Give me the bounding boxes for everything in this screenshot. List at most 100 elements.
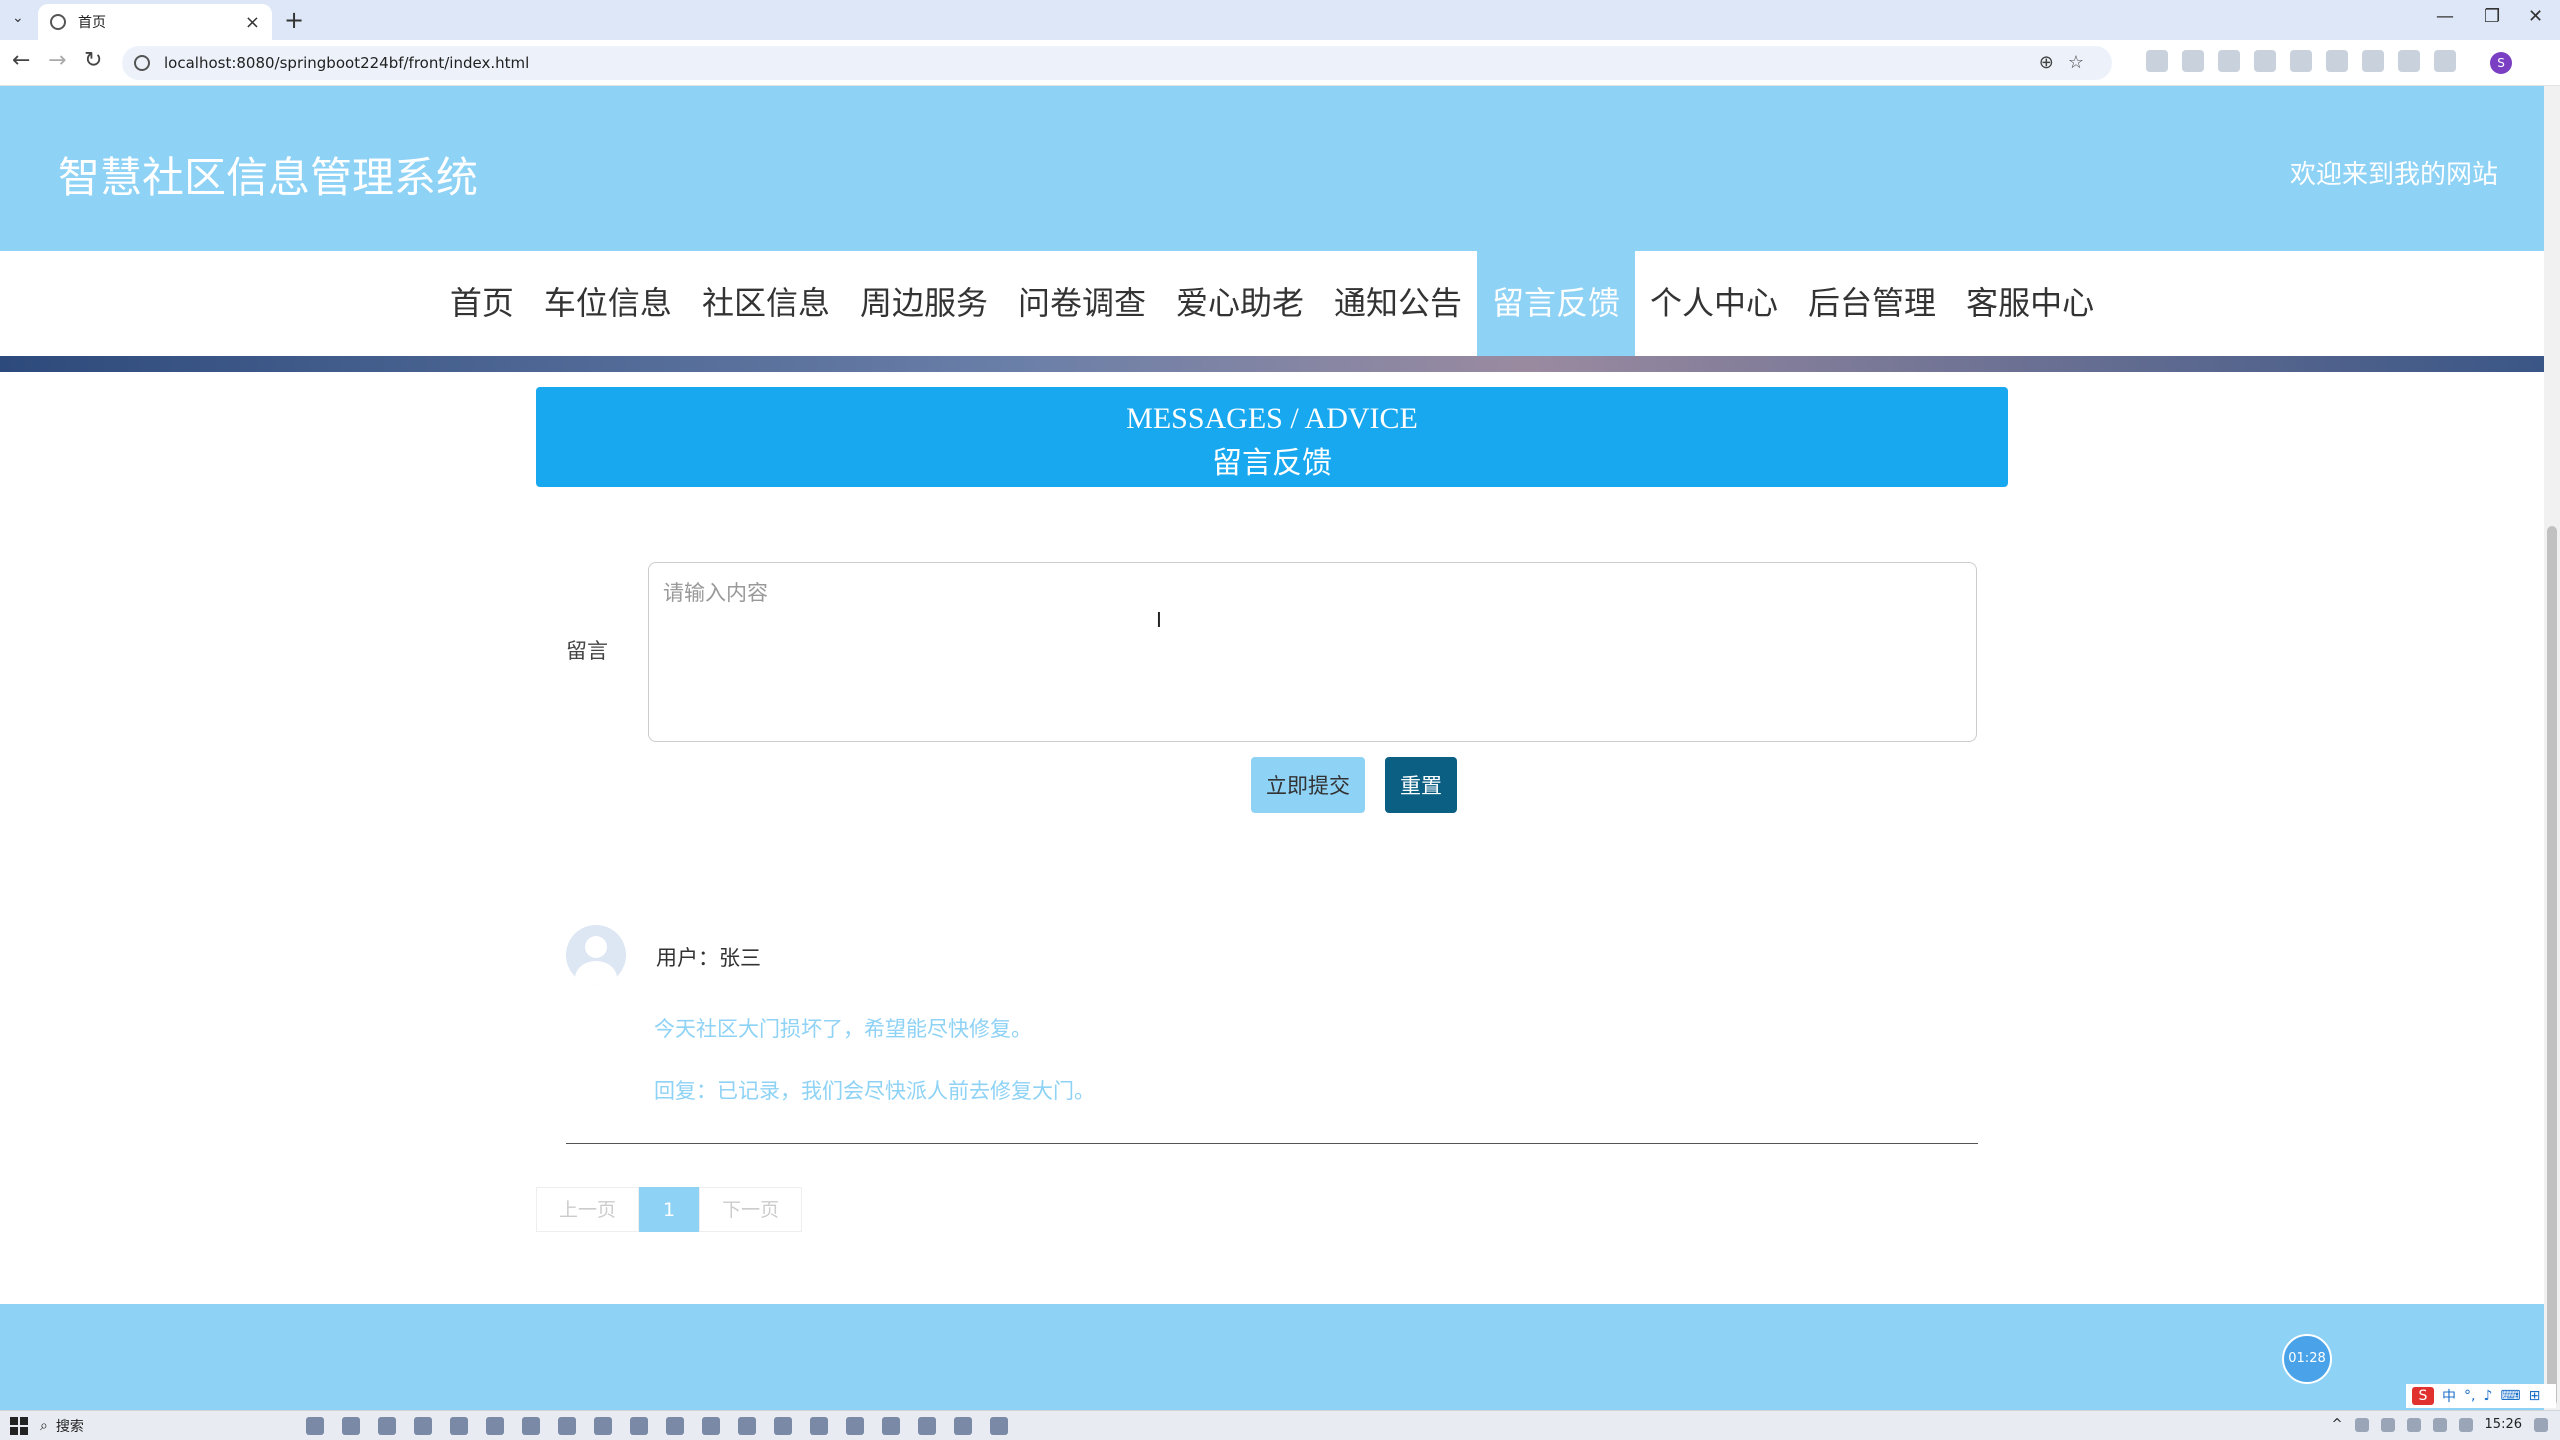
camera-extension-icon[interactable]: [2146, 50, 2168, 72]
tray-expand-icon[interactable]: ^: [2332, 1417, 2343, 1432]
chat-icon[interactable]: [738, 1417, 756, 1435]
intellij-icon[interactable]: [810, 1417, 828, 1435]
pagination: 上一页 1 下一页: [536, 1187, 803, 1232]
vue-extension-icon[interactable]: [2290, 50, 2312, 72]
ime-toolbar[interactable]: S 中 °, ♪ ⌨ ⊞: [2406, 1384, 2556, 1408]
extension-icons: [2146, 50, 2456, 72]
settings-icon[interactable]: [486, 1417, 504, 1435]
app-icon[interactable]: [918, 1417, 936, 1435]
banner-image: [0, 356, 2544, 372]
os-taskbar: ⌕ 搜索 ^ 15:26: [0, 1410, 2560, 1440]
nav-item-services[interactable]: 周边服务: [845, 251, 1003, 356]
taskbar-apps: [306, 1417, 1008, 1435]
window-close-icon[interactable]: ✕: [2528, 6, 2543, 27]
tray-app-icon[interactable]: [2354, 1417, 2369, 1432]
site-footer: [0, 1304, 2544, 1410]
submit-button[interactable]: 立即提交: [1251, 757, 1365, 813]
app-icon[interactable]: [702, 1417, 720, 1435]
app-icon[interactable]: [990, 1417, 1008, 1435]
app-icon[interactable]: [774, 1417, 792, 1435]
main-nav: 首页 车位信息 社区信息 周边服务 问卷调查 爱心助老 通知公告 留言反馈 个人…: [0, 251, 2544, 356]
taskbar-search-label: 搜索: [55, 1419, 84, 1435]
app-icon[interactable]: [378, 1417, 396, 1435]
message-input[interactable]: [648, 562, 1977, 742]
firefox-icon[interactable]: [522, 1417, 540, 1435]
site-title: 智慧社区信息管理系统: [58, 153, 479, 202]
restore-icon[interactable]: ❐: [2484, 6, 2500, 27]
floating-timer[interactable]: 01:28: [2282, 1334, 2332, 1384]
scrollbar-thumb[interactable]: [2547, 526, 2557, 1406]
url-text: localhost:8080/springboot224bf/front/ind…: [164, 54, 530, 72]
search-icon: ⌕: [40, 1418, 48, 1434]
app-icon[interactable]: [666, 1417, 684, 1435]
tray-app-icon[interactable]: [2380, 1417, 2395, 1432]
sogou-icon: S: [2412, 1387, 2434, 1405]
chrome-icon[interactable]: [450, 1417, 468, 1435]
browser-tab[interactable]: 首页 ×: [38, 4, 272, 40]
app-icon[interactable]: [882, 1417, 900, 1435]
comment-item: 用户：张三 今天社区大门损坏了，希望能尽快修复。 回复：已记录，我们会尽快派人前…: [566, 925, 1978, 1144]
globe-icon: [50, 14, 66, 30]
nav-item-elderly-care[interactable]: 爱心助老: [1161, 251, 1319, 356]
punctuation-icon[interactable]: °,: [2464, 1388, 2475, 1404]
minimize-icon[interactable]: —: [2436, 6, 2454, 27]
nav-item-home[interactable]: 首页: [435, 251, 529, 356]
text-cursor-icon: I: [1156, 608, 1162, 632]
ime-language[interactable]: 中: [2442, 1386, 2456, 1406]
bookmark-star-icon[interactable]: ☆: [2068, 52, 2098, 73]
tray-app-icon[interactable]: [2406, 1417, 2421, 1432]
copy-extension-icon[interactable]: [2254, 50, 2276, 72]
shield-extension-icon[interactable]: [2182, 50, 2204, 72]
url-field[interactable]: localhost:8080/springboot224bf/front/ind…: [122, 46, 2112, 80]
forward-icon[interactable]: →: [48, 48, 66, 73]
taskbar-search[interactable]: ⌕ 搜索: [40, 1414, 310, 1438]
notification-icon[interactable]: [2534, 1417, 2548, 1432]
download-icon[interactable]: [2398, 50, 2420, 72]
grid-menu-icon[interactable]: ⊞: [2529, 1388, 2541, 1404]
prev-page-button[interactable]: 上一页: [536, 1187, 640, 1232]
nav-item-customer-service[interactable]: 客服中心: [1951, 251, 2109, 356]
page-1-button[interactable]: 1: [639, 1187, 700, 1232]
page-scrollbar[interactable]: [2544, 86, 2560, 1410]
zoom-icon[interactable]: ⊕: [2039, 52, 2068, 73]
notes-icon[interactable]: [954, 1417, 972, 1435]
windows-start-icon[interactable]: [10, 1417, 28, 1435]
tab-title: 首页: [78, 15, 106, 31]
back-icon[interactable]: ←: [12, 48, 30, 73]
microphone-icon[interactable]: ♪: [2483, 1388, 2492, 1404]
network-icon[interactable]: [2432, 1417, 2447, 1432]
extension-icon[interactable]: [2218, 50, 2240, 72]
store-icon[interactable]: [342, 1417, 360, 1435]
nav-item-community[interactable]: 社区信息: [687, 251, 845, 356]
new-tab-icon[interactable]: +: [284, 6, 304, 34]
app-icon[interactable]: [630, 1417, 648, 1435]
app-icon[interactable]: [558, 1417, 576, 1435]
nav-item-personal-center[interactable]: 个人中心: [1635, 251, 1793, 356]
wechat-icon[interactable]: [594, 1417, 612, 1435]
sidebar-icon[interactable]: [2434, 50, 2456, 72]
file-explorer-icon[interactable]: [306, 1417, 324, 1435]
nav-item-admin[interactable]: 后台管理: [1793, 251, 1951, 356]
next-page-button[interactable]: 下一页: [699, 1187, 803, 1232]
reload-icon[interactable]: ↻: [84, 48, 102, 73]
reset-button[interactable]: 重置: [1385, 757, 1457, 813]
app-icon[interactable]: [846, 1417, 864, 1435]
clock[interactable]: 15:26: [2485, 1417, 2522, 1432]
nav-item-parking[interactable]: 车位信息: [529, 251, 687, 356]
nav-item-notices[interactable]: 通知公告: [1319, 251, 1477, 356]
system-tray: ^ 15:26: [2332, 1417, 2548, 1432]
tab-search-icon[interactable]: ⌄: [12, 10, 24, 26]
nav-item-feedback[interactable]: 留言反馈: [1477, 251, 1636, 356]
profile-avatar[interactable]: S: [2490, 52, 2512, 74]
site-info-icon[interactable]: [134, 55, 150, 71]
keyboard-icon[interactable]: ⌨: [2500, 1388, 2520, 1404]
volume-icon[interactable]: [2458, 1417, 2473, 1432]
puzzle-icon[interactable]: [2362, 50, 2384, 72]
section-title-cn: 留言反馈: [1212, 446, 1332, 481]
close-tab-icon[interactable]: ×: [245, 12, 260, 33]
browser-tab-bar: ⌄ 首页 × + — ❐ ✕: [0, 0, 2560, 40]
nav-item-survey[interactable]: 问卷调查: [1003, 251, 1161, 356]
comment-content: 今天社区大门损坏了，希望能尽快修复。: [654, 1017, 1032, 1041]
translate-extension-icon[interactable]: [2326, 50, 2348, 72]
app-icon[interactable]: [414, 1417, 432, 1435]
